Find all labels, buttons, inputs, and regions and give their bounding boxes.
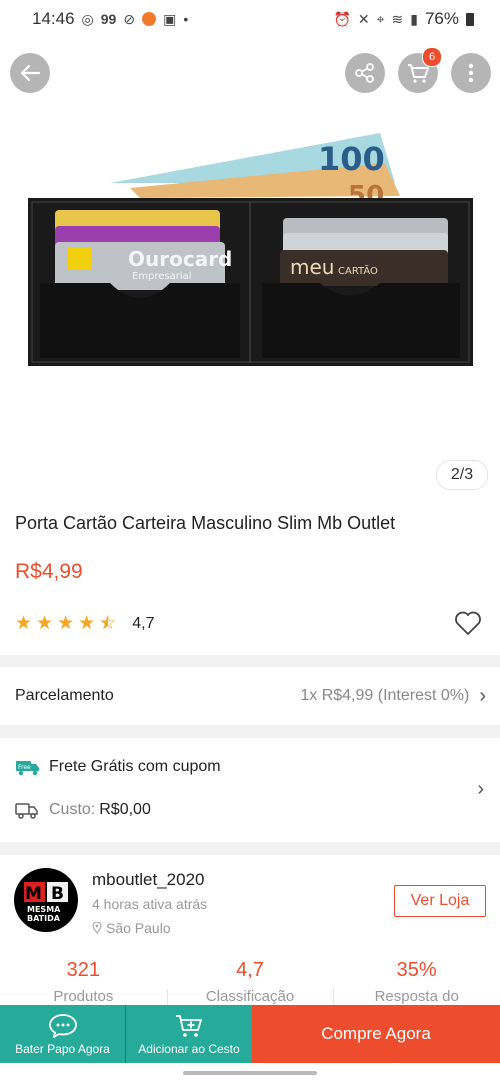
shop-location: São Paulo bbox=[92, 920, 171, 936]
rating-row[interactable]: ★ ★ ★ ★ ☆★ 4,7 bbox=[15, 614, 154, 633]
wifi-icon: ≋ bbox=[391, 10, 404, 27]
gallery-notification-icon: ▣ bbox=[163, 10, 177, 27]
note-100-text: 100 bbox=[318, 140, 385, 178]
signal-icon: ▮ bbox=[410, 10, 418, 27]
status-bar: 14:46 ◎ 99 ⊘ ▣ • ⏰ ✕ ⌖ ≋ ▮ 76% bbox=[0, 0, 500, 38]
add-to-cart-label: Adicionar ao Cesto bbox=[138, 1041, 240, 1056]
status-time: 14:46 bbox=[32, 9, 75, 28]
heart-icon bbox=[455, 611, 481, 635]
card-brand-text: Ourocard bbox=[128, 247, 232, 271]
free-shipping-text: Frete Grátis com cupom bbox=[49, 758, 221, 775]
home-gesture-handle[interactable] bbox=[183, 1071, 317, 1075]
more-notifications-icon: • bbox=[183, 11, 189, 27]
more-vertical-icon bbox=[468, 63, 474, 83]
visit-shop-button[interactable]: Ver Loja bbox=[394, 885, 486, 917]
add-to-cart-button[interactable]: Adicionar ao Cesto bbox=[125, 1005, 252, 1063]
shop-logo-mb: M bbox=[25, 884, 42, 904]
product-gallery[interactable]: 100 50 Ourocard Empresarial meu CARTÃO 6… bbox=[0, 38, 500, 500]
stat-value: 4,7 bbox=[236, 959, 264, 981]
bottom-action-bar: Bater Papo Agora Adicionar ao Cesto Comp… bbox=[0, 1005, 500, 1063]
shop-name[interactable]: mboutlet_2020 bbox=[92, 870, 204, 890]
product-image: 100 50 Ourocard Empresarial meu CARTÃO bbox=[28, 133, 473, 366]
share-button[interactable] bbox=[345, 53, 385, 93]
system-nav-bar bbox=[0, 1063, 500, 1082]
alarm-icon: ⏰ bbox=[333, 10, 351, 27]
section-divider bbox=[0, 725, 500, 738]
section-divider bbox=[0, 655, 500, 667]
back-button[interactable] bbox=[10, 53, 50, 93]
notification-icon: ◎ bbox=[81, 10, 94, 27]
app-notification-icon bbox=[142, 12, 157, 26]
stat-caption: Produtos bbox=[53, 988, 114, 1005]
shop-section: M B MESMA BATIDA mboutlet_2020 4 horas a… bbox=[0, 855, 500, 1019]
notification-icon: ⊘ bbox=[123, 10, 136, 27]
chat-now-button[interactable]: Bater Papo Agora bbox=[0, 1005, 125, 1063]
stat-caption: Resposta do bbox=[374, 988, 459, 1005]
notification-icon: 99 bbox=[100, 11, 117, 27]
status-left: 14:46 ◎ 99 ⊘ ▣ • bbox=[32, 9, 188, 29]
shop-active-status: 4 horas ativa atrás bbox=[92, 896, 208, 912]
mute-icon: ✕ bbox=[357, 10, 370, 27]
shipping-cost-line: Custo: R$0,00 bbox=[15, 801, 151, 819]
chevron-right-icon: › bbox=[479, 684, 486, 707]
shipping-cost-value: R$0,00 bbox=[99, 801, 151, 818]
stat-products[interactable]: 321 Produtos bbox=[0, 959, 167, 1005]
shop-logo-b: B bbox=[51, 884, 64, 904]
free-shipping-truck-icon: Free bbox=[16, 761, 39, 776]
free-shipping-line: Free Frete Grátis com cupom bbox=[15, 758, 221, 776]
chat-now-label: Bater Papo Agora bbox=[15, 1041, 110, 1056]
star-icon: ★ bbox=[78, 613, 96, 634]
truck-icon bbox=[15, 803, 38, 819]
add-to-cart-icon bbox=[176, 1014, 202, 1037]
card2-sub-text: CARTÃO bbox=[338, 264, 378, 277]
favorite-button[interactable] bbox=[454, 610, 482, 641]
product-price: R$4,99 bbox=[15, 560, 83, 583]
half-star-icon: ☆★ bbox=[99, 613, 117, 634]
chat-icon bbox=[48, 1013, 77, 1038]
battery-percent: 76% bbox=[424, 9, 459, 28]
card-sub-text: Empresarial bbox=[132, 271, 192, 282]
stat-rating[interactable]: 4,7 Classificação bbox=[166, 959, 334, 1019]
installments-label: Parcelamento bbox=[15, 687, 114, 704]
more-options-button[interactable] bbox=[451, 53, 491, 93]
installments-value-group: 1x R$4,99 (Interest 0%) › bbox=[300, 685, 486, 708]
shop-avatar[interactable]: M B MESMA BATIDA bbox=[14, 868, 78, 932]
status-right: ⏰ ✕ ⌖ ≋ ▮ 76% bbox=[333, 9, 474, 29]
battery-icon bbox=[466, 12, 474, 26]
shop-logo-image: M B MESMA BATIDA bbox=[24, 882, 68, 923]
section-divider bbox=[0, 842, 500, 855]
cart-button[interactable]: 6 bbox=[398, 47, 442, 93]
star-icon: ★ bbox=[36, 613, 54, 634]
shipping-cost-label: Custo: bbox=[49, 801, 96, 818]
buy-now-button[interactable]: Compre Agora bbox=[252, 1005, 500, 1063]
product-title: Porta Cartão Carteira Masculino Slim Mb … bbox=[15, 513, 396, 533]
star-icon: ★ bbox=[57, 613, 75, 634]
stat-value: 321 bbox=[66, 959, 101, 981]
shop-logo-sub1: MESMA bbox=[27, 905, 61, 914]
shop-location-text: São Paulo bbox=[106, 920, 171, 936]
stat-value: 35% bbox=[396, 959, 437, 981]
image-pager: 2/3 bbox=[436, 460, 488, 490]
chevron-right-icon: › bbox=[477, 778, 484, 800]
free-tag-text: Free bbox=[18, 764, 31, 771]
location-icon: ⌖ bbox=[376, 10, 385, 27]
rating-value: 4,7 bbox=[132, 614, 155, 632]
shop-stats: 321 Produtos 4,7 Classificação 35% Respo… bbox=[0, 959, 500, 1019]
installments-row[interactable]: Parcelamento 1x R$4,99 (Interest 0%) › bbox=[0, 667, 500, 725]
star-icon: ★ bbox=[15, 613, 33, 634]
back-arrow-icon bbox=[20, 64, 41, 82]
share-icon bbox=[355, 63, 374, 83]
stat-response[interactable]: 35% Resposta do bbox=[333, 959, 500, 1019]
card2-brand-text: meu bbox=[290, 255, 334, 279]
stat-caption: Classificação bbox=[205, 988, 295, 1005]
shop-logo-sub2: BATIDA bbox=[27, 914, 61, 923]
location-pin-icon bbox=[92, 922, 102, 934]
shipping-row[interactable]: Free Frete Grátis com cupom Custo: R$0,0… bbox=[0, 738, 500, 842]
installments-value: 1x R$4,99 (Interest 0%) bbox=[300, 687, 470, 704]
cart-count-badge: 6 bbox=[422, 47, 442, 67]
